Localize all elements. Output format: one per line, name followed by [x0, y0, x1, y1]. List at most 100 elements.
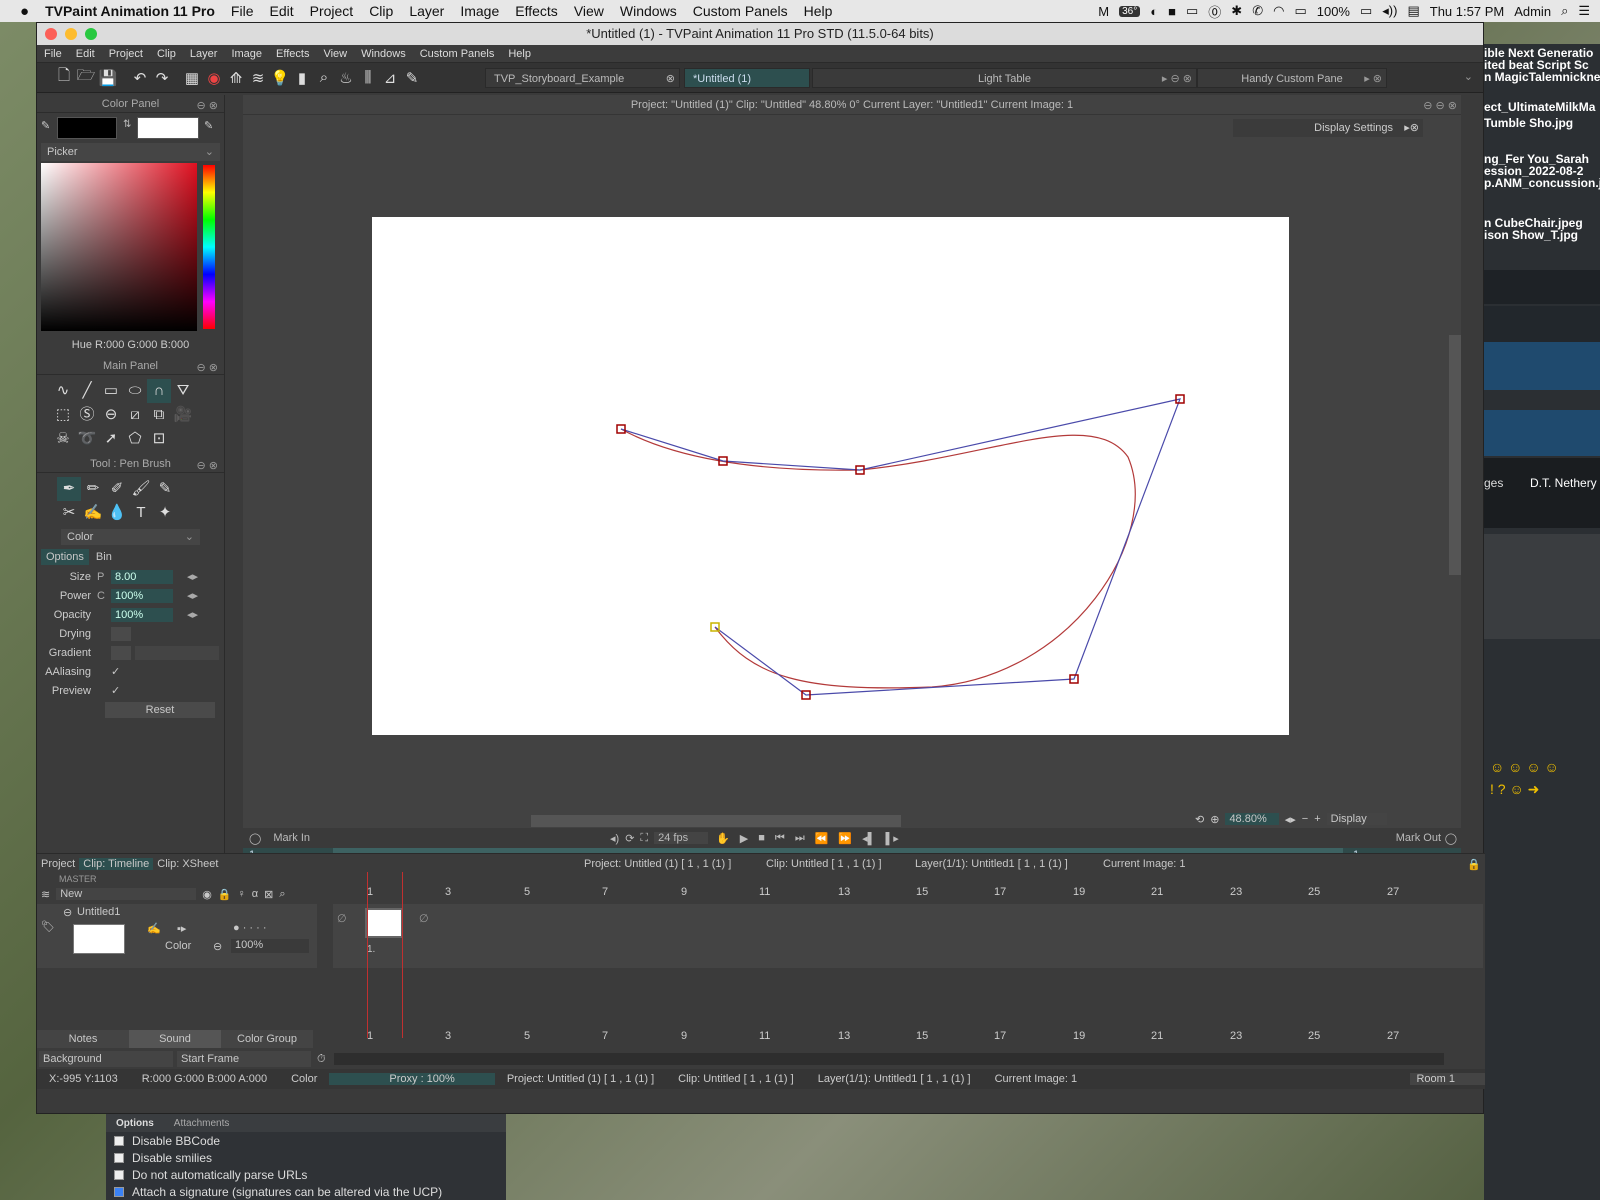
checkbox[interactable]: [114, 1135, 124, 1146]
last-frame-icon[interactable]: ⏭: [795, 832, 805, 845]
stamp-icon[interactable]: ♨: [335, 67, 357, 89]
menu-layer[interactable]: Layer: [183, 48, 225, 60]
gradient-checkbox[interactable]: [111, 645, 131, 660]
hue-slider[interactable]: [203, 165, 215, 329]
check-icon[interactable]: ✓: [111, 665, 120, 678]
warp-brush-icon[interactable]: ➚: [99, 427, 123, 451]
color-wheel-icon[interactable]: ◉: [203, 67, 225, 89]
m-icon[interactable]: M: [1098, 4, 1109, 19]
os-menu-view[interactable]: View: [566, 3, 612, 19]
doc-window-controls-icon[interactable]: ⊖ ⊖ ⊗: [1423, 99, 1457, 112]
vertical-scrollbar[interactable]: [1449, 335, 1461, 575]
os-menu-image[interactable]: Image: [452, 3, 507, 19]
volume-icon[interactable]: ◂)): [1382, 3, 1397, 19]
undo-icon[interactable]: ↶: [129, 67, 151, 89]
room-dropdown[interactable]: Room 1: [1410, 1073, 1485, 1085]
brush-panel-icon[interactable]: ⟰: [225, 67, 247, 89]
audio-icon[interactable]: ◂): [610, 832, 619, 845]
drawing-canvas[interactable]: [372, 217, 1289, 735]
display-settings-button[interactable]: Display Settings ▸⊗: [1233, 119, 1423, 137]
light-table-controls-icon[interactable]: ▸ ⊖ ⊗: [1162, 69, 1192, 89]
layer-blend-mode[interactable]: Color: [165, 940, 191, 952]
mask-icon[interactable]: ⊠: [264, 888, 273, 901]
layer-thumbnail[interactable]: [73, 924, 125, 954]
battery-percent[interactable]: 100%: [1317, 4, 1350, 19]
tab-light-table[interactable]: Light Table ▸ ⊖ ⊗: [812, 68, 1197, 88]
prev-key-icon[interactable]: ⏪: [815, 832, 829, 845]
tab-sound[interactable]: Sound: [129, 1030, 221, 1048]
battery-icon[interactable]: ▭: [1360, 3, 1372, 19]
os-menu-windows[interactable]: Windows: [612, 3, 685, 19]
center-icon[interactable]: ⊕: [1210, 813, 1219, 826]
zoom-in-icon[interactable]: +: [1314, 813, 1320, 825]
shape-icon[interactable]: ⬠: [123, 427, 147, 451]
size-field[interactable]: 8.00: [111, 569, 173, 584]
bluetooth-icon[interactable]: ✱: [1231, 3, 1242, 19]
power-field[interactable]: 100%: [111, 588, 173, 603]
os-menu-layer[interactable]: Layer: [401, 3, 452, 19]
panel-toggle-icon[interactable]: ⊡: [147, 427, 171, 451]
stepper-icon[interactable]: ◂▸: [187, 570, 198, 583]
menu-view[interactable]: View: [316, 48, 354, 60]
mark-out-toggle-icon[interactable]: ◯: [1445, 832, 1457, 845]
rectangle-icon[interactable]: ▭: [99, 379, 123, 403]
handy-controls-icon[interactable]: ▸ ⊗: [1364, 69, 1382, 89]
dropdown-chevron-icon[interactable]: ⌄: [1464, 70, 1473, 83]
light-bulb-icon[interactable]: 💡: [269, 67, 291, 89]
fps-dropdown[interactable]: 24 fps: [654, 832, 709, 844]
menu-image[interactable]: Image: [224, 48, 269, 60]
next-key-icon[interactable]: ⏩: [838, 832, 852, 845]
menu-help[interactable]: Help: [501, 48, 538, 60]
airplay-icon[interactable]: ▭: [1294, 3, 1306, 19]
layers-icon[interactable]: ≋: [247, 67, 269, 89]
tab-color-group[interactable]: Color Group: [221, 1030, 313, 1048]
eyedropper-icon[interactable]: ✎: [41, 119, 50, 132]
menu-clip[interactable]: Clip: [150, 48, 183, 60]
tab-project[interactable]: Project: [37, 858, 79, 870]
menu-windows[interactable]: Windows: [354, 48, 413, 60]
notification-center-icon[interactable]: ☰: [1578, 3, 1590, 19]
one-password-icon[interactable]: ⓪: [1208, 2, 1221, 21]
forum-option-row[interactable]: Disable BBCode: [106, 1132, 506, 1149]
stepper-icon[interactable]: ◂▸: [187, 608, 198, 621]
bezier-curve-icon[interactable]: ∩: [147, 379, 171, 403]
fullscreen-icon[interactable]: ⛶: [640, 832, 648, 845]
phone-icon[interactable]: ✆: [1252, 3, 1263, 19]
add-frame-icon[interactable]: ▪▸: [177, 922, 186, 935]
color-picker-area[interactable]: [41, 163, 220, 335]
redo-icon[interactable]: ↷: [151, 67, 173, 89]
tab-untitled[interactable]: *Untitled (1): [684, 68, 810, 88]
text-icon[interactable]: T: [129, 501, 153, 525]
tab-handy-custom-pane[interactable]: Handy Custom Pane ▸ ⊗: [1197, 68, 1387, 88]
ellipse-icon[interactable]: ⬭: [123, 379, 147, 403]
bezier-shape[interactable]: [372, 217, 1289, 735]
new-layer-dropdown[interactable]: New: [56, 888, 197, 900]
open-project-icon[interactable]: 🗁: [75, 67, 97, 89]
paint-brush-icon[interactable]: 🖌: [129, 477, 153, 501]
os-menu-help[interactable]: Help: [796, 3, 841, 19]
marker-icon[interactable]: ✏: [81, 477, 105, 501]
first-frame-icon[interactable]: ⏮: [775, 832, 785, 845]
loop-icon[interactable]: ⟳: [625, 832, 634, 845]
os-app-name[interactable]: TVPaint Animation 11 Pro: [37, 3, 223, 19]
proxy-indicator[interactable]: Proxy : 100%: [329, 1073, 495, 1085]
menu-edit[interactable]: Edit: [69, 48, 102, 60]
smudge-icon[interactable]: ✍: [81, 501, 105, 525]
checkbox[interactable]: [114, 1152, 124, 1163]
eraser-icon[interactable]: ✂: [57, 501, 81, 525]
mark-in-toggle-icon[interactable]: ◯: [249, 832, 261, 845]
close-tab-icon[interactable]: ⊗: [666, 69, 675, 89]
start-frame-dropdown[interactable]: Start Frame: [177, 1051, 311, 1067]
freehand-line-icon[interactable]: ∿: [51, 379, 75, 403]
tab-clip-timeline[interactable]: Clip: Timeline: [79, 858, 154, 870]
apple-menu-icon[interactable]: ●: [0, 3, 37, 20]
pressure-icon[interactable]: P: [97, 571, 111, 583]
reset-button[interactable]: Reset: [105, 702, 215, 718]
input-menu-icon[interactable]: ▤: [1407, 3, 1419, 19]
swap-colors-icon[interactable]: ⇅: [123, 119, 131, 130]
layers-stack-icon[interactable]: ≋: [41, 888, 50, 901]
opacity-icon[interactable]: ⊖: [213, 940, 222, 953]
menu-effects[interactable]: Effects: [269, 48, 316, 60]
tab-notes[interactable]: Notes: [37, 1030, 129, 1048]
pen-brush-icon[interactable]: ✒: [57, 477, 81, 501]
